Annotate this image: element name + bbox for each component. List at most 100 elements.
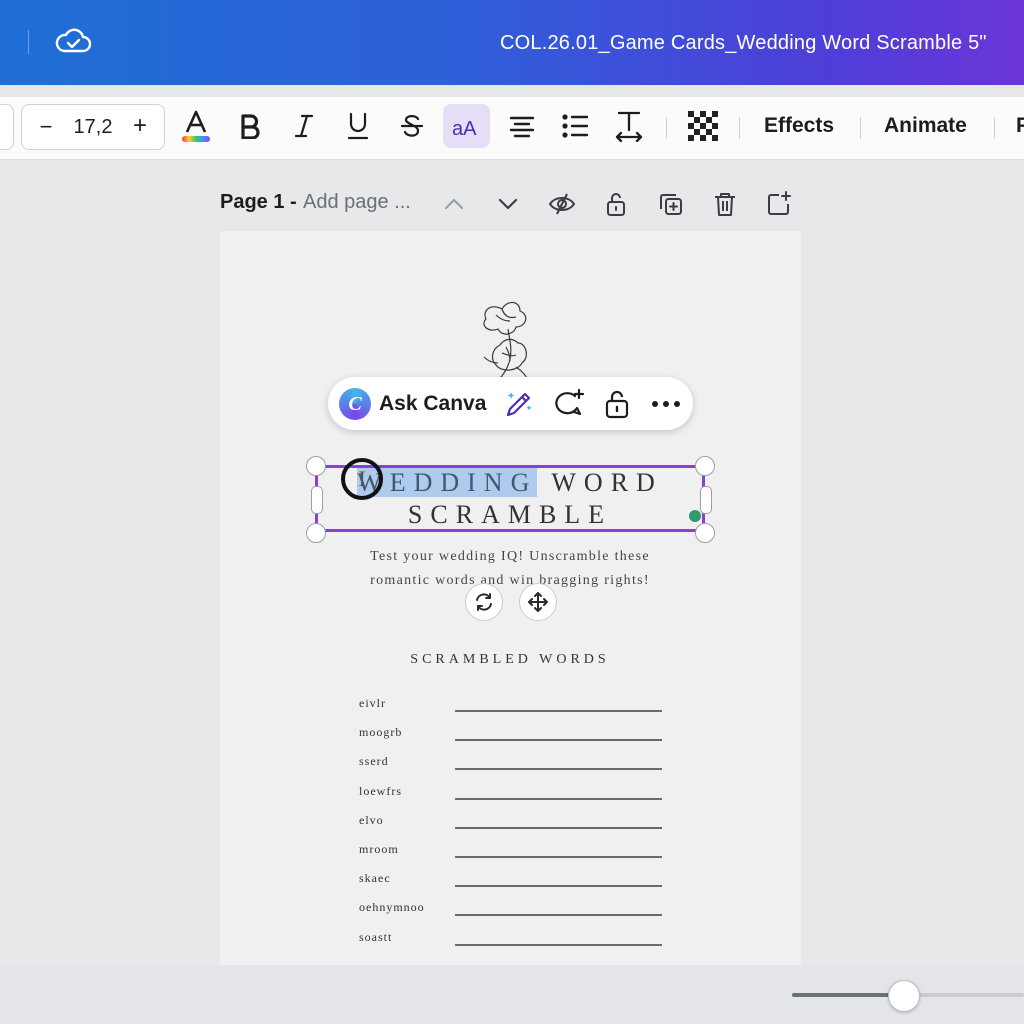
- answer-line[interactable]: [455, 855, 662, 858]
- decrease-font-size-button[interactable]: −: [36, 114, 56, 140]
- increase-font-size-button[interactable]: +: [130, 112, 150, 140]
- magic-write-button[interactable]: [503, 388, 535, 420]
- text-color-button[interactable]: [174, 104, 218, 148]
- move-icon: [528, 592, 548, 612]
- list-item: soastt: [359, 930, 669, 959]
- bold-button[interactable]: [228, 104, 272, 148]
- answer-line[interactable]: [455, 885, 662, 888]
- add-page-icon[interactable]: [765, 190, 793, 218]
- scrambled-word[interactable]: mroom: [359, 842, 399, 857]
- ask-canva-button[interactable]: Ask Canva: [379, 392, 486, 416]
- spacing-icon: [615, 111, 643, 142]
- position-button[interactable]: P: [1016, 114, 1024, 138]
- list-item: loewfrs: [359, 784, 669, 813]
- toolbar-divider: [994, 117, 995, 139]
- transparency-button[interactable]: [681, 104, 725, 148]
- underline-button[interactable]: [336, 104, 380, 148]
- canva-assistant-icon[interactable]: C: [339, 388, 371, 420]
- top-bar: COL.26.01_Game Cards_Wedding Word Scramb…: [0, 0, 1024, 85]
- anchor-dot[interactable]: [689, 510, 701, 522]
- answer-line[interactable]: [455, 797, 662, 800]
- resize-handle-bottom-right[interactable]: [695, 523, 715, 543]
- scrambled-word[interactable]: soastt: [359, 930, 392, 945]
- bold-icon: [241, 114, 260, 139]
- resize-handle-right[interactable]: [700, 486, 712, 514]
- align-center-button[interactable]: [500, 104, 544, 148]
- section-heading[interactable]: SCRAMBLED WORDS: [360, 652, 660, 668]
- unlock-icon: [605, 390, 629, 419]
- resize-handle-top-left[interactable]: [306, 456, 326, 476]
- answer-line[interactable]: [455, 710, 662, 712]
- text-cursor-indicator: I: [341, 458, 383, 500]
- letter-case-button[interactable]: aA: [443, 104, 490, 148]
- text-toolbar: − 17,2 + aA Effects Animate P: [0, 97, 1024, 160]
- answer-line[interactable]: [455, 943, 662, 946]
- lock-element-button[interactable]: [601, 388, 633, 420]
- flower-illustration[interactable]: [472, 297, 552, 387]
- ibeam-cursor-icon: I: [358, 466, 366, 491]
- list-item: skaec: [359, 871, 669, 900]
- toolbar-divider: [739, 117, 740, 139]
- chevron-up-icon[interactable]: [440, 190, 468, 218]
- text-color-icon: [182, 110, 210, 142]
- resize-handle-top-right[interactable]: [695, 456, 715, 476]
- scrambled-word[interactable]: loewfrs: [359, 784, 402, 799]
- font-size-input[interactable]: 17,2: [70, 116, 116, 139]
- duplicate-page-icon[interactable]: [657, 190, 685, 218]
- zoom-slider-fill: [792, 993, 904, 997]
- scrambled-word[interactable]: skaec: [359, 871, 391, 886]
- unlock-icon[interactable]: [602, 190, 630, 218]
- scrambled-word[interactable]: sserd: [359, 754, 389, 769]
- rotate-icon: [476, 593, 492, 611]
- topbar-divider: [28, 30, 29, 54]
- list-item: moogrb: [359, 725, 669, 754]
- italic-icon: [294, 114, 314, 138]
- font-family-dropdown[interactable]: [0, 104, 14, 150]
- more-options-button[interactable]: [650, 388, 682, 420]
- spacing-button[interactable]: [607, 104, 651, 148]
- add-comment-button[interactable]: [553, 388, 585, 420]
- italic-button[interactable]: [282, 104, 326, 148]
- page-label: Page 1 -: [220, 191, 297, 213]
- subtitle-line-2: romantic words and win bragging rights!: [370, 573, 650, 588]
- list-item: sserd: [359, 754, 669, 783]
- font-size-stepper: − 17,2 +: [21, 104, 165, 150]
- scrambled-word[interactable]: eivlr: [359, 696, 386, 711]
- list-button[interactable]: [553, 104, 597, 148]
- letter-case-icon: aA: [452, 118, 477, 138]
- page-title-input[interactable]: Add page ...: [303, 191, 411, 214]
- transparency-icon: [688, 111, 718, 141]
- scrambled-word[interactable]: oehnymnoo: [359, 900, 425, 915]
- design-page[interactable]: WEDDING WORD SCRAMBLE Test your wedding …: [220, 231, 801, 966]
- scrambled-word-list: eivlr moogrb sserd loewfrs elvo mroom sk…: [359, 696, 669, 959]
- toolbar-divider: [860, 117, 861, 139]
- animate-button[interactable]: Animate: [884, 114, 967, 138]
- hide-page-icon[interactable]: [548, 190, 576, 218]
- list-item: mroom: [359, 842, 669, 871]
- design-subtitle[interactable]: Test your wedding IQ! Unscramble these r…: [340, 545, 680, 593]
- list-item: eivlr: [359, 696, 669, 725]
- toolbar-divider: [666, 117, 667, 139]
- answer-line[interactable]: [455, 826, 662, 829]
- svg-text:aA: aA: [452, 118, 477, 138]
- answer-line[interactable]: [455, 914, 662, 917]
- document-title[interactable]: COL.26.01_Game Cards_Wedding Word Scramb…: [500, 32, 987, 55]
- underline-icon: [347, 112, 369, 140]
- effects-button[interactable]: Effects: [764, 114, 834, 138]
- more-icon: [652, 401, 680, 407]
- resize-handle-bottom-left[interactable]: [306, 523, 326, 543]
- canva-logo-letter: C: [348, 392, 362, 415]
- scrambled-word[interactable]: moogrb: [359, 725, 402, 740]
- strikethrough-button[interactable]: [390, 104, 434, 148]
- rotate-button[interactable]: [465, 583, 503, 621]
- chevron-down-icon[interactable]: [494, 190, 522, 218]
- cloud-check-icon[interactable]: [54, 26, 92, 58]
- strikethrough-icon: [400, 115, 424, 137]
- resize-handle-left[interactable]: [311, 486, 323, 514]
- scrambled-word[interactable]: elvo: [359, 813, 384, 828]
- move-button[interactable]: [519, 583, 557, 621]
- answer-line[interactable]: [455, 739, 662, 742]
- trash-icon[interactable]: [711, 190, 739, 218]
- ask-canva-bar: C Ask Canva: [328, 377, 693, 430]
- answer-line[interactable]: [455, 768, 662, 771]
